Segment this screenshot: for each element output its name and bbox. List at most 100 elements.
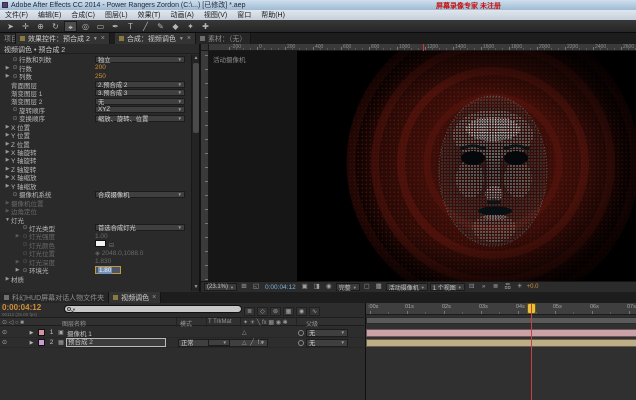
scroll-down-icon[interactable]: ▼	[192, 284, 200, 291]
current-time-indicator-line[interactable]	[531, 303, 532, 400]
layer-row[interactable]: ⊙▶1▣摄像机 1△无▼	[0, 328, 364, 338]
stopwatch-icon[interactable]: ⊙	[21, 233, 29, 240]
stopwatch-icon[interactable]: ⊙	[11, 64, 19, 71]
graph-editor-icon[interactable]: ∿	[309, 307, 320, 316]
twirl-icon[interactable]: ▶	[4, 149, 11, 155]
chevron-down-icon[interactable]: ▼	[93, 36, 98, 42]
twirl-icon[interactable]: ▶	[4, 157, 11, 163]
property-dropdown[interactable]: 首选合成灯光▼	[95, 224, 185, 231]
viewer-left-ruler[interactable]	[201, 51, 209, 281]
clone-stamp-tool-icon[interactable]: ✎	[154, 21, 167, 32]
work-area-bar[interactable]	[366, 317, 636, 324]
type-tool-icon[interactable]: T	[124, 21, 137, 32]
rotation-tool-icon[interactable]: ↻	[49, 21, 62, 32]
viewer-dropdown[interactable]: 完整▼	[336, 283, 360, 291]
mask-visibility-icon[interactable]: ◱	[251, 283, 261, 291]
twirl-icon[interactable]: ▶	[4, 183, 11, 189]
menu-item[interactable]: 文件(F)	[0, 10, 33, 20]
eye-icon[interactable]: ⊙	[0, 329, 9, 336]
twirl-icon[interactable]: ▶	[14, 259, 21, 265]
layer-duration-bar[interactable]	[366, 329, 636, 337]
frame-blend-icon[interactable]: ▦	[283, 307, 294, 316]
twirl-icon[interactable]: ▶	[4, 65, 11, 71]
property-dropdown[interactable]: 2.预合成 2▼	[95, 81, 185, 88]
exposure-value[interactable]: +0.0	[527, 284, 539, 290]
layer-name[interactable]: 摄像机 1	[66, 328, 166, 338]
twirl-icon[interactable]: ▼	[4, 217, 11, 223]
menu-item[interactable]: 视图(V)	[199, 10, 232, 20]
property-value[interactable]: 1.830	[95, 258, 111, 265]
layer-duration-bar[interactable]	[366, 339, 636, 347]
tab-timeline-active[interactable]: 视频调色 ×	[109, 292, 161, 303]
twirl-icon[interactable]: ▶	[14, 233, 21, 239]
twirl-icon[interactable]: ▶	[4, 132, 11, 138]
layer-row[interactable]: ⊙▶2▦预合成 2正常▼▼△ ╱ fx无▼	[0, 338, 364, 348]
comp-mini-flowchart-icon[interactable]: ≣	[244, 307, 255, 316]
zoom-tool-icon[interactable]: ⊕	[34, 21, 47, 32]
stopwatch-icon[interactable]: ⊙	[21, 224, 29, 231]
label-color-chip[interactable]	[38, 329, 45, 336]
stopwatch-icon[interactable]: ⊙	[21, 267, 29, 274]
stopwatch-icon[interactable]: ⊙	[11, 191, 19, 198]
menu-item[interactable]: 编辑(E)	[33, 10, 66, 20]
tab-effect-controls[interactable]: 效果控件：预合成 2 ▼ ×	[16, 33, 110, 44]
viewer-dropdown[interactable]: 1 个视图▼	[430, 283, 465, 291]
close-icon[interactable]: ×	[187, 35, 191, 42]
brush-tool-icon[interactable]: ╱	[139, 21, 152, 32]
property-dropdown[interactable]: 缩放、旋转、位置▼	[95, 115, 185, 122]
property-dropdown[interactable]: 无▼	[95, 98, 185, 105]
menu-item[interactable]: 图层(L)	[100, 10, 133, 20]
rectangle-mask-tool-icon[interactable]: ▭	[94, 21, 107, 32]
preview-timecode[interactable]: 0:00:04:12	[263, 284, 298, 291]
property-dropdown[interactable]: XYZ▼	[95, 106, 185, 113]
twirl-icon[interactable]: ▶	[4, 124, 11, 130]
twirl-icon[interactable]: ▶	[4, 166, 11, 172]
label-color-chip[interactable]	[38, 339, 45, 346]
grid-guide-options-icon[interactable]: ⊞	[239, 283, 249, 291]
twirl-icon[interactable]: ▶	[4, 276, 11, 282]
property-dropdown[interactable]: 3.预合成 3▼	[95, 89, 185, 96]
close-icon[interactable]: ×	[152, 294, 156, 301]
layer-name[interactable]: 预合成 2	[66, 338, 166, 347]
layer-switches[interactable]: △ ╱ fx	[242, 339, 294, 346]
property-value[interactable]: 1.00	[95, 233, 108, 240]
property-value[interactable]: ◈ 2048.0,1088.0	[95, 250, 143, 257]
menu-item[interactable]: 窗口	[232, 10, 256, 20]
twirl-icon[interactable]: ▶	[4, 174, 11, 180]
property-dropdown[interactable]: 独立▼	[95, 56, 185, 63]
menu-item[interactable]: 效果(T)	[133, 10, 166, 20]
property-dropdown[interactable]: 合成摄像机▼	[95, 191, 185, 198]
trkmat-dropdown[interactable]: ▼	[208, 339, 230, 346]
pixel-aspect-icon[interactable]: ⊟	[467, 283, 477, 291]
menu-item[interactable]: 合成(C)	[66, 10, 100, 20]
parent-dropdown[interactable]: 无▼	[306, 339, 348, 347]
twirl-icon[interactable]: ▶	[27, 330, 36, 336]
twirl-icon[interactable]: ▶	[4, 208, 11, 214]
menu-item[interactable]: 动画(A)	[166, 10, 199, 20]
timeline-button-icon[interactable]: ≣	[491, 283, 501, 291]
puppet-pin-tool-icon[interactable]: ✚	[199, 21, 212, 32]
draft-3d-icon[interactable]: ◇	[257, 307, 268, 316]
shy-layers-icon[interactable]: ⊚	[270, 307, 281, 316]
property-edit-field[interactable]: 1.80	[95, 266, 121, 274]
snapshot-icon[interactable]: ▣	[300, 283, 310, 291]
eraser-tool-icon[interactable]: ◆	[169, 21, 182, 32]
property-value[interactable]: 250	[95, 73, 106, 80]
scrollbar-thumb[interactable]	[193, 63, 199, 133]
channels-icon[interactable]: ◉	[324, 283, 334, 291]
twirl-icon[interactable]: ▶	[27, 340, 36, 346]
pen-tool-icon[interactable]: ✒	[109, 21, 122, 32]
eye-icon[interactable]: ⊙	[0, 339, 9, 346]
viewer-dropdown[interactable]: (23.1%)▼	[204, 283, 237, 291]
tab-timeline-other[interactable]: 科幻HUD屏幕对话人物文件夹	[0, 292, 109, 303]
twirl-icon[interactable]: ▶	[4, 200, 11, 206]
tab-project[interactable]: 项目	[0, 33, 16, 44]
chevron-down-icon[interactable]: ▼	[179, 36, 184, 42]
selection-tool-icon[interactable]: ➤	[4, 21, 17, 32]
twirl-icon[interactable]: ▶	[4, 141, 11, 147]
time-ruler[interactable]: :00s01s02s03s04s05s06s07s	[366, 303, 636, 315]
parent-dropdown[interactable]: 无▼	[306, 329, 348, 337]
pan-behind-tool-icon[interactable]: ◎	[79, 21, 92, 32]
motion-blur-icon[interactable]: ◉	[296, 307, 307, 316]
show-snapshot-icon[interactable]: ◨	[312, 283, 322, 291]
